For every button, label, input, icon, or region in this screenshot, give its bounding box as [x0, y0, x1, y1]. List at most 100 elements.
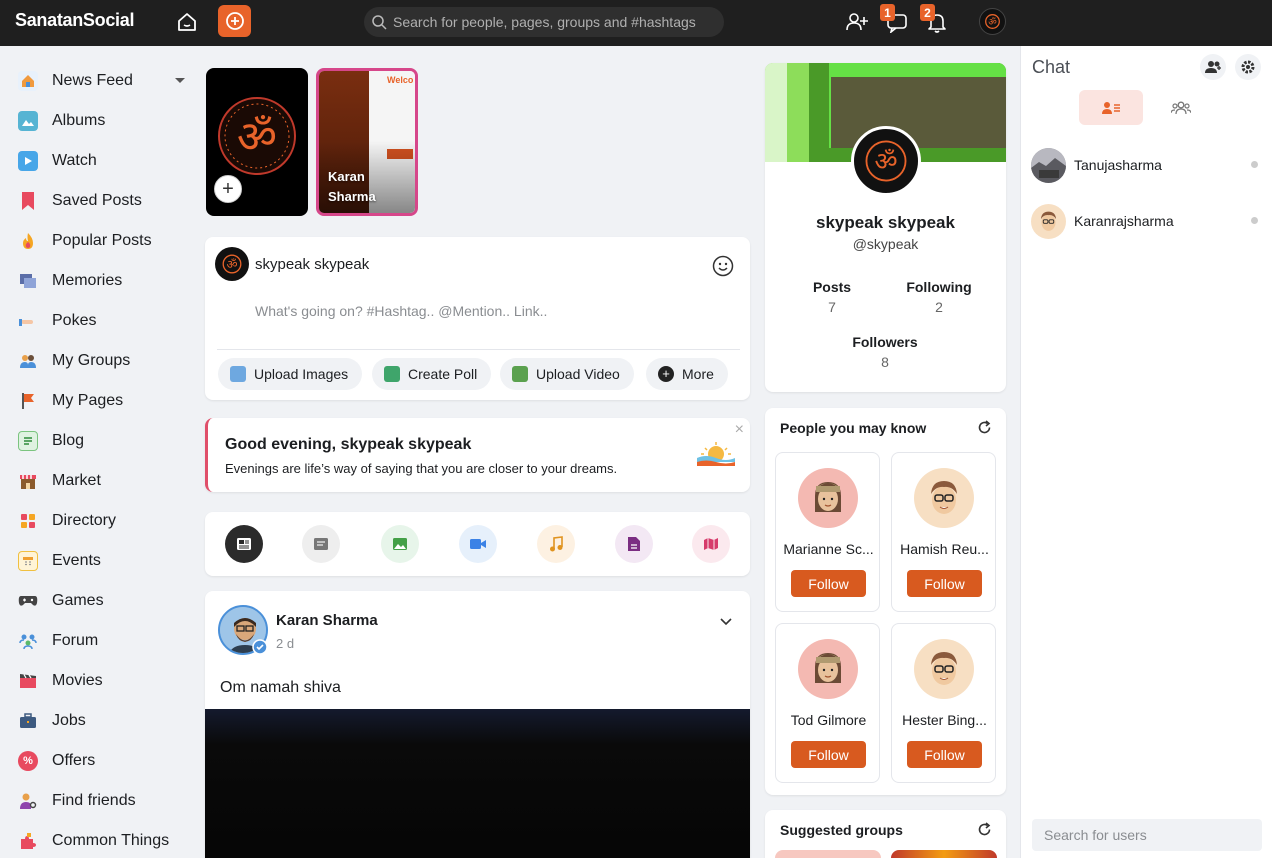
follow-button[interactable]: Follow — [791, 570, 866, 597]
composer-avatar: ॐ — [215, 247, 249, 281]
refresh-icon[interactable] — [977, 420, 992, 435]
global-search[interactable] — [364, 7, 724, 37]
sidebar-item-market[interactable]: Market — [18, 463, 193, 499]
search-input[interactable] — [393, 14, 713, 30]
post-timestamp[interactable]: 2 d — [276, 636, 294, 651]
sidebar-item-offers[interactable]: % Offers — [18, 743, 193, 779]
site-logo[interactable]: SanatanSocial — [15, 10, 134, 31]
text-post-icon[interactable] — [302, 525, 340, 563]
person-card[interactable]: Hamish Reu... Follow — [891, 452, 996, 612]
chevron-down-icon[interactable] — [720, 615, 732, 627]
news-icon[interactable] — [225, 525, 263, 563]
upload-images-button[interactable]: Upload Images — [218, 358, 363, 390]
chat-user-item[interactable]: Tanujasharma — [1031, 147, 1271, 183]
story-karan-sharma[interactable]: Welco Karan Sharma — [316, 68, 418, 216]
svg-text:ॐ: ॐ — [226, 257, 237, 271]
sidebar-item-news-feed[interactable]: News Feed — [18, 63, 193, 99]
stat-posts[interactable]: Posts 7 — [782, 279, 882, 315]
follow-button[interactable]: Follow — [907, 741, 982, 768]
close-icon[interactable]: × — [735, 421, 744, 439]
sidebar-item-watch[interactable]: Watch — [18, 143, 193, 179]
tab-users[interactable] — [1079, 90, 1143, 125]
sidebar-item-saved-posts[interactable]: Saved Posts — [18, 183, 193, 219]
sidebar-item-label: Watch — [52, 152, 97, 169]
profile-name[interactable]: skypeak skypeak — [765, 213, 1006, 233]
bookmark-icon — [18, 191, 38, 211]
sidebar-item-label: Offers — [52, 752, 96, 769]
stat-followers[interactable]: Followers 8 — [835, 334, 935, 370]
chat-search-input[interactable] — [1032, 819, 1262, 851]
blog-icon — [18, 431, 38, 451]
refresh-icon[interactable] — [977, 822, 992, 837]
group-thumbnail[interactable] — [891, 850, 997, 858]
sidebar-item-common-things[interactable]: Common Things — [18, 823, 193, 858]
sidebar-item-directory[interactable]: Directory — [18, 503, 193, 539]
chevron-down-icon[interactable] — [175, 78, 185, 83]
post-media[interactable] — [205, 709, 750, 858]
sidebar-item-label: Memories — [52, 272, 123, 289]
stat-following[interactable]: Following 2 — [889, 279, 989, 315]
create-button[interactable] — [218, 5, 251, 37]
chat-title: Chat — [1032, 57, 1071, 77]
sidebar-item-albums[interactable]: Albums — [18, 103, 193, 139]
person-name: Hamish Reu... — [900, 541, 989, 557]
om-icon: ॐ — [222, 254, 242, 274]
sidebar-item-pokes[interactable]: Pokes — [18, 303, 193, 339]
stat-label: Posts — [812, 279, 852, 295]
post-author-name[interactable]: Karan Sharma — [276, 612, 378, 629]
more-button[interactable]: + More — [646, 358, 728, 390]
follow-button[interactable]: Follow — [907, 570, 982, 597]
sidebar-item-blog[interactable]: Blog — [18, 423, 193, 459]
sidebar-item-popular-posts[interactable]: Popular Posts — [18, 223, 193, 259]
add-friend-icon[interactable] — [846, 11, 868, 33]
story-preview-text: Welco — [387, 75, 414, 85]
map-post-icon[interactable] — [692, 525, 730, 563]
sidebar-item-my-groups[interactable]: My Groups — [18, 343, 193, 379]
person-card[interactable]: Hester Bing... Follow — [891, 623, 996, 783]
tab-groups[interactable] — [1149, 90, 1213, 125]
follow-button[interactable]: Follow — [791, 741, 866, 768]
sidebar-item-games[interactable]: Games — [18, 583, 193, 619]
sidebar-item-memories[interactable]: Memories — [18, 263, 193, 299]
file-post-icon[interactable] — [615, 525, 653, 563]
photo-post-icon[interactable] — [381, 525, 419, 563]
composer-input[interactable]: What's going on? #Hashtag.. @Mention.. L… — [255, 303, 547, 319]
sidebar-item-forum[interactable]: Forum — [18, 623, 193, 659]
create-poll-button[interactable]: Create Poll — [372, 358, 492, 390]
profile-card: ॐ skypeak skypeak @skypeak Posts 7 Follo… — [765, 63, 1006, 392]
sidebar-item-label: Games — [52, 592, 104, 609]
emoji-icon[interactable] — [712, 255, 734, 277]
upload-video-button[interactable]: Upload Video — [500, 358, 634, 390]
sidebar-item-jobs[interactable]: Jobs — [18, 703, 193, 739]
person-card[interactable]: Tod Gilmore Follow — [775, 623, 880, 783]
upload-video-label: Upload Video — [536, 366, 620, 382]
suggested-groups-title: Suggested groups — [780, 822, 903, 838]
chat-panel: Chat Tanujasharma Karanrajsharma — [1020, 46, 1272, 858]
add-story-button[interactable]: + — [214, 175, 242, 203]
watch-icon — [18, 151, 38, 171]
sidebar-item-events[interactable]: Events — [18, 543, 193, 579]
notifications-badge: 2 — [920, 4, 935, 21]
user-avatar[interactable]: ॐ — [979, 8, 1006, 35]
video-post-icon[interactable] — [459, 525, 497, 563]
stat-label: Following — [906, 279, 972, 295]
post-text: Om namah shiva — [220, 679, 341, 696]
profile-avatar[interactable]: ॐ — [851, 126, 921, 196]
plus-circle-icon — [225, 12, 244, 30]
sidebar-item-label: Jobs — [52, 712, 86, 729]
home-icon[interactable] — [176, 11, 198, 33]
offline-status-dot — [1251, 217, 1258, 224]
chat-user-item[interactable]: Karanrajsharma — [1031, 203, 1271, 239]
sidebar-item-find-friends[interactable]: Find friends — [18, 783, 193, 819]
profile-handle: @skypeak — [852, 236, 919, 252]
gear-icon[interactable] — [1235, 54, 1261, 80]
group-thumbnail[interactable] — [775, 850, 881, 858]
create-story-card[interactable]: ॐ + — [206, 68, 308, 216]
create-group-chat-icon[interactable] — [1200, 54, 1226, 80]
person-card[interactable]: Marianne Sc... Follow — [775, 452, 880, 612]
sidebar-item-movies[interactable]: Movies — [18, 663, 193, 699]
music-post-icon[interactable] — [537, 525, 575, 563]
sidebar-item-label: Find friends — [52, 792, 136, 809]
offers-icon: % — [18, 751, 38, 771]
sidebar-item-my-pages[interactable]: My Pages — [18, 383, 193, 419]
